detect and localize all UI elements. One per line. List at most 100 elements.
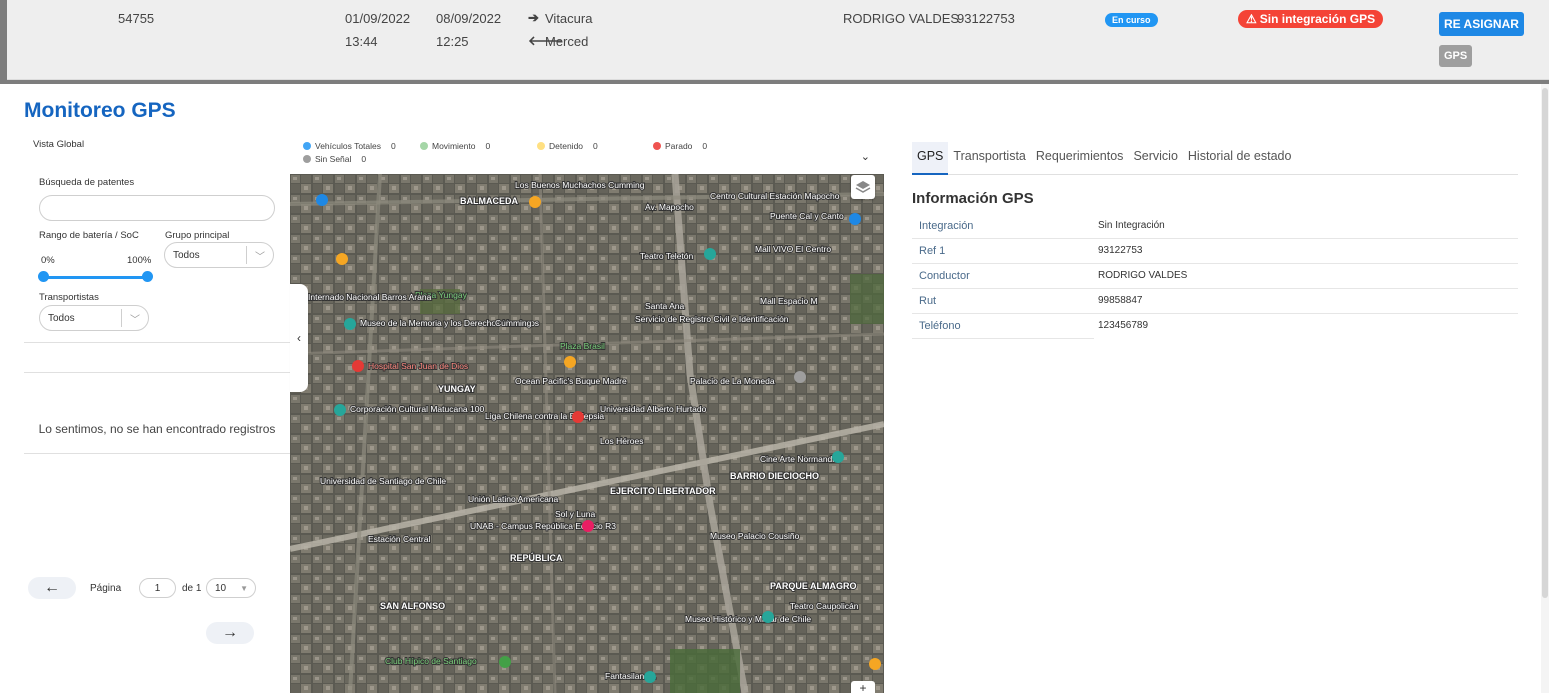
gps-button[interactable]: GPS <box>1439 45 1473 67</box>
map-label-plaza-brasil: Plaza Brasil <box>560 341 605 351</box>
info-key: Integración <box>912 214 1094 239</box>
map-layers-button[interactable] <box>851 175 875 199</box>
legend-label: Parado <box>665 141 693 151</box>
layers-icon <box>855 181 871 193</box>
divider <box>24 342 290 343</box>
divider <box>24 372 290 373</box>
map-label-ocean-pacific: Ocean Pacific's Buque Madre <box>515 376 627 386</box>
map-label-los-buenos: Los Buenos Muchachos Cumming <box>515 180 645 190</box>
battery-slider-max-handle[interactable] <box>142 271 153 282</box>
scrollbar-thumb[interactable] <box>1542 88 1548 598</box>
battery-slider-track[interactable] <box>42 276 148 279</box>
battery-label: Rango de batería / SoC <box>39 230 139 241</box>
start-time: 13:44 <box>345 34 378 49</box>
modal-scrollbar[interactable] <box>1541 84 1549 693</box>
satellite-map[interactable]: BALMACEDA YUNGAY BARRIO DIECIOCHO EJERCI… <box>290 174 884 693</box>
divider <box>24 453 290 454</box>
map-label-ejercito: EJERCITO LIBERTADOR <box>610 486 716 496</box>
legend-count: 0 <box>361 154 367 164</box>
museum-pin-icon <box>344 318 356 330</box>
search-label: Búsqueda de patentes <box>39 177 135 188</box>
map-label-corporacion: Corporación Cultural Matucana 100 <box>350 404 484 414</box>
map-label-museo-palacio: Museo Palacio Cousiño <box>710 531 800 541</box>
info-value: RODRIGO VALDES <box>1094 264 1518 289</box>
restaurant-pin-icon <box>336 253 348 265</box>
page-number-input[interactable]: 1 <box>139 578 176 598</box>
info-key: Teléfono <box>912 314 1094 339</box>
legend-count: 0 <box>702 141 708 151</box>
legend-toggle-chevron-icon[interactable]: ⌄ <box>861 150 870 163</box>
hospital-pin-icon <box>352 360 364 372</box>
landmark-pin-icon <box>794 371 806 383</box>
detail-tabs: GPS Transportista Requerimientos Servici… <box>912 142 1518 175</box>
legend-dot <box>303 155 311 163</box>
restaurant-pin-icon <box>529 196 541 208</box>
arrow-right-icon: → <box>222 624 238 641</box>
map-label-republica: REPÚBLICA <box>510 552 563 563</box>
status-badge: En curso <box>1105 13 1158 27</box>
tab-gps[interactable]: GPS <box>912 142 949 175</box>
global-view-label: Vista Global <box>33 139 85 150</box>
map-label-estacion-central: Estación Central <box>368 534 430 544</box>
tab-requerimientos[interactable]: Requerimientos <box>1031 142 1129 175</box>
info-row: Ref 1 93122753 <box>912 239 1518 264</box>
gps-info-title: Información GPS <box>912 190 1034 207</box>
map-label-mall-vivo: Mall VIVO El Centro <box>755 244 831 254</box>
trip-row: 54755 01/09/2022 13:44 08/09/2022 12:25 … <box>7 0 1549 80</box>
map-label-hospital: Hospital San Juan de Dios <box>368 361 468 371</box>
legend-no-signal: Sin Señal 0 <box>303 154 366 164</box>
reassign-button[interactable]: RE ASIGNAR <box>1439 12 1524 36</box>
map-label-internado: Internado Nacional Barros Arana <box>308 292 432 302</box>
legend-count: 0 <box>593 141 598 151</box>
filter-panel: Vista Global Búsqueda de patentes Rango … <box>24 134 290 693</box>
map-label-unab: UNAB - Campus República Edificio R3 <box>470 521 616 531</box>
map-label-sol-luna: Sol y Luna <box>555 509 595 519</box>
plate-search-input[interactable] <box>39 195 275 221</box>
page-size-value: 10 <box>215 582 227 594</box>
carriers-select[interactable]: Todos ﹀ <box>39 305 149 331</box>
page-size-select[interactable]: 10 ▼ <box>206 578 256 598</box>
prev-page-button[interactable]: ← <box>28 577 76 599</box>
map-label-palacio-moneda: Palacio de La Moneda <box>690 376 775 386</box>
legend-parked: Parado 0 <box>653 141 707 151</box>
group-select[interactable]: Todos ﹀ <box>164 242 274 268</box>
legend-label: Sin Señal <box>315 154 352 164</box>
map-label-santa-ana: Santa Ana <box>645 301 685 311</box>
end-date: 08/09/2022 <box>436 11 502 26</box>
legend-label: Movimiento <box>432 141 476 151</box>
legend-count: 0 <box>485 141 491 151</box>
map-label-parque-almagro: PARQUE ALMAGRO <box>770 581 857 591</box>
info-value: 93122753 <box>1094 239 1518 264</box>
metro-pin-icon <box>316 194 328 206</box>
map-label-servicio-registro: Servicio de Registro Civil e Identificac… <box>635 314 789 324</box>
page-label: Página <box>90 583 122 594</box>
tab-transportista[interactable]: Transportista <box>948 142 1030 175</box>
museum-pin-icon <box>644 671 656 683</box>
empty-results-message: Lo sentimos, no se han encontrado regist… <box>38 422 276 436</box>
tab-historial[interactable]: Historial de estado <box>1183 142 1297 175</box>
trip-id: 54755 <box>118 11 155 26</box>
legend-label: Detenido <box>549 141 584 151</box>
legend-moving: Movimiento 0 <box>420 141 490 151</box>
map-label-av-mapocho: Av. Mapocho <box>645 202 694 212</box>
map-label-universidad: Universidad de Santiago de Chile <box>320 476 446 486</box>
group-label: Grupo principal <box>165 230 230 241</box>
map-canvas: BALMACEDA YUNGAY BARRIO DIECIOCHO EJERCI… <box>290 174 884 693</box>
legend-total: Vehículos Totales 0 <box>303 141 396 151</box>
legend-count: 0 <box>391 141 396 151</box>
map-label-barrio-dieciocho: BARRIO DIECIOCHO <box>730 471 819 481</box>
next-page-button[interactable]: → <box>206 622 254 644</box>
zoom-in-button[interactable]: + <box>851 681 875 693</box>
origin: Vitacura <box>545 11 593 26</box>
info-value: 123456789 <box>1098 320 1149 331</box>
gps-monitor-modal: Monitoreo GPS Vista Global Búsqueda de p… <box>0 84 1549 693</box>
info-key: Rut <box>912 289 1094 314</box>
battery-slider-min-handle[interactable] <box>38 271 49 282</box>
end-time: 12:25 <box>436 34 469 49</box>
carriers-label: Transportistas <box>39 292 99 303</box>
collapse-panel-button[interactable]: ‹ <box>290 284 308 392</box>
gps-alert-badge: ⚠ Sin integración GPS <box>1238 10 1384 28</box>
metro-pin-icon <box>849 213 861 225</box>
tab-servicio[interactable]: Servicio <box>1128 142 1182 175</box>
map-label-liga-chilena: Liga Chilena contra la Epilepsia <box>485 411 604 421</box>
